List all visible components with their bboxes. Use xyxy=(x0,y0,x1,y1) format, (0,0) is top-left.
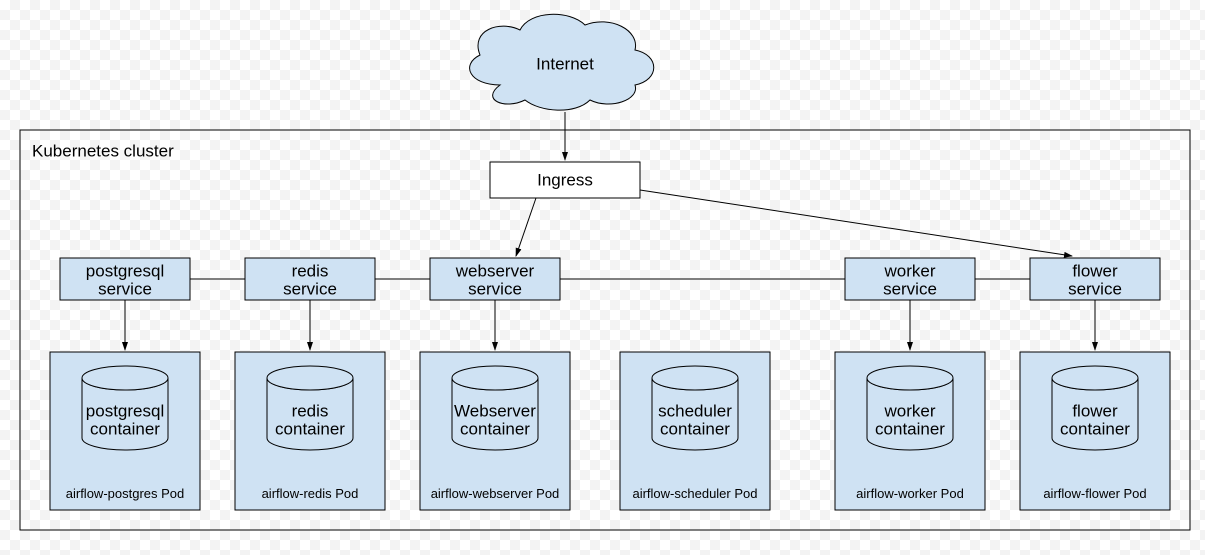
pod-flower: flower container airflow-flower Pod xyxy=(1020,352,1170,510)
pod-redis: redis container airflow-redis Pod xyxy=(235,352,385,510)
svg-text:container: container xyxy=(660,419,730,438)
svg-text:airflow-webserver Pod: airflow-webserver Pod xyxy=(431,486,560,501)
service-webserver: webserver service xyxy=(430,258,560,300)
svg-text:redis: redis xyxy=(292,401,329,420)
svg-text:airflow-worker Pod: airflow-worker Pod xyxy=(856,486,964,501)
svg-text:service: service xyxy=(283,279,337,298)
svg-text:redis: redis xyxy=(292,261,329,280)
svg-text:container: container xyxy=(460,419,530,438)
svg-text:Webserver: Webserver xyxy=(454,401,536,420)
arrow-ingress-to-webserver xyxy=(516,198,536,256)
pod-scheduler: scheduler container airflow-scheduler Po… xyxy=(620,352,770,510)
svg-text:container: container xyxy=(1060,419,1130,438)
svg-text:postgresql: postgresql xyxy=(86,401,164,420)
svg-text:scheduler: scheduler xyxy=(658,401,732,420)
svg-text:airflow-redis Pod: airflow-redis Pod xyxy=(262,486,359,501)
svg-text:webserver: webserver xyxy=(455,261,535,280)
svg-text:container: container xyxy=(875,419,945,438)
service-worker: worker service xyxy=(845,258,975,300)
svg-text:worker: worker xyxy=(883,401,935,420)
pod-webserver: Webserver container airflow-webserver Po… xyxy=(420,352,570,510)
service-postgresql: postgresql service xyxy=(60,258,190,300)
svg-text:service: service xyxy=(468,279,522,298)
cloud-label: Internet xyxy=(536,54,594,73)
svg-text:worker: worker xyxy=(883,261,935,280)
svg-text:service: service xyxy=(1068,279,1122,298)
architecture-diagram: Internet Kubernetes cluster Ingress post… xyxy=(0,0,1205,555)
svg-text:airflow-flower Pod: airflow-flower Pod xyxy=(1043,486,1146,501)
svg-text:airflow-postgres Pod: airflow-postgres Pod xyxy=(66,486,185,501)
arrow-ingress-to-flower xyxy=(640,190,1072,256)
service-redis: redis service xyxy=(245,258,375,300)
cloud-internet: Internet xyxy=(470,14,654,110)
cluster-title: Kubernetes cluster xyxy=(32,141,174,160)
svg-text:flower: flower xyxy=(1072,401,1118,420)
svg-text:flower: flower xyxy=(1072,261,1118,280)
svg-text:service: service xyxy=(883,279,937,298)
svg-text:container: container xyxy=(90,419,160,438)
service-flower: flower service xyxy=(1030,258,1160,300)
pod-worker: worker container airflow-worker Pod xyxy=(835,352,985,510)
ingress-label: Ingress xyxy=(537,170,593,189)
svg-text:airflow-scheduler Pod: airflow-scheduler Pod xyxy=(632,486,757,501)
pod-postgres: postgresql container airflow-postgres Po… xyxy=(50,352,200,510)
svg-text:postgresql: postgresql xyxy=(86,261,164,280)
ingress-box: Ingress xyxy=(490,162,640,198)
svg-text:service: service xyxy=(98,279,152,298)
svg-text:container: container xyxy=(275,419,345,438)
